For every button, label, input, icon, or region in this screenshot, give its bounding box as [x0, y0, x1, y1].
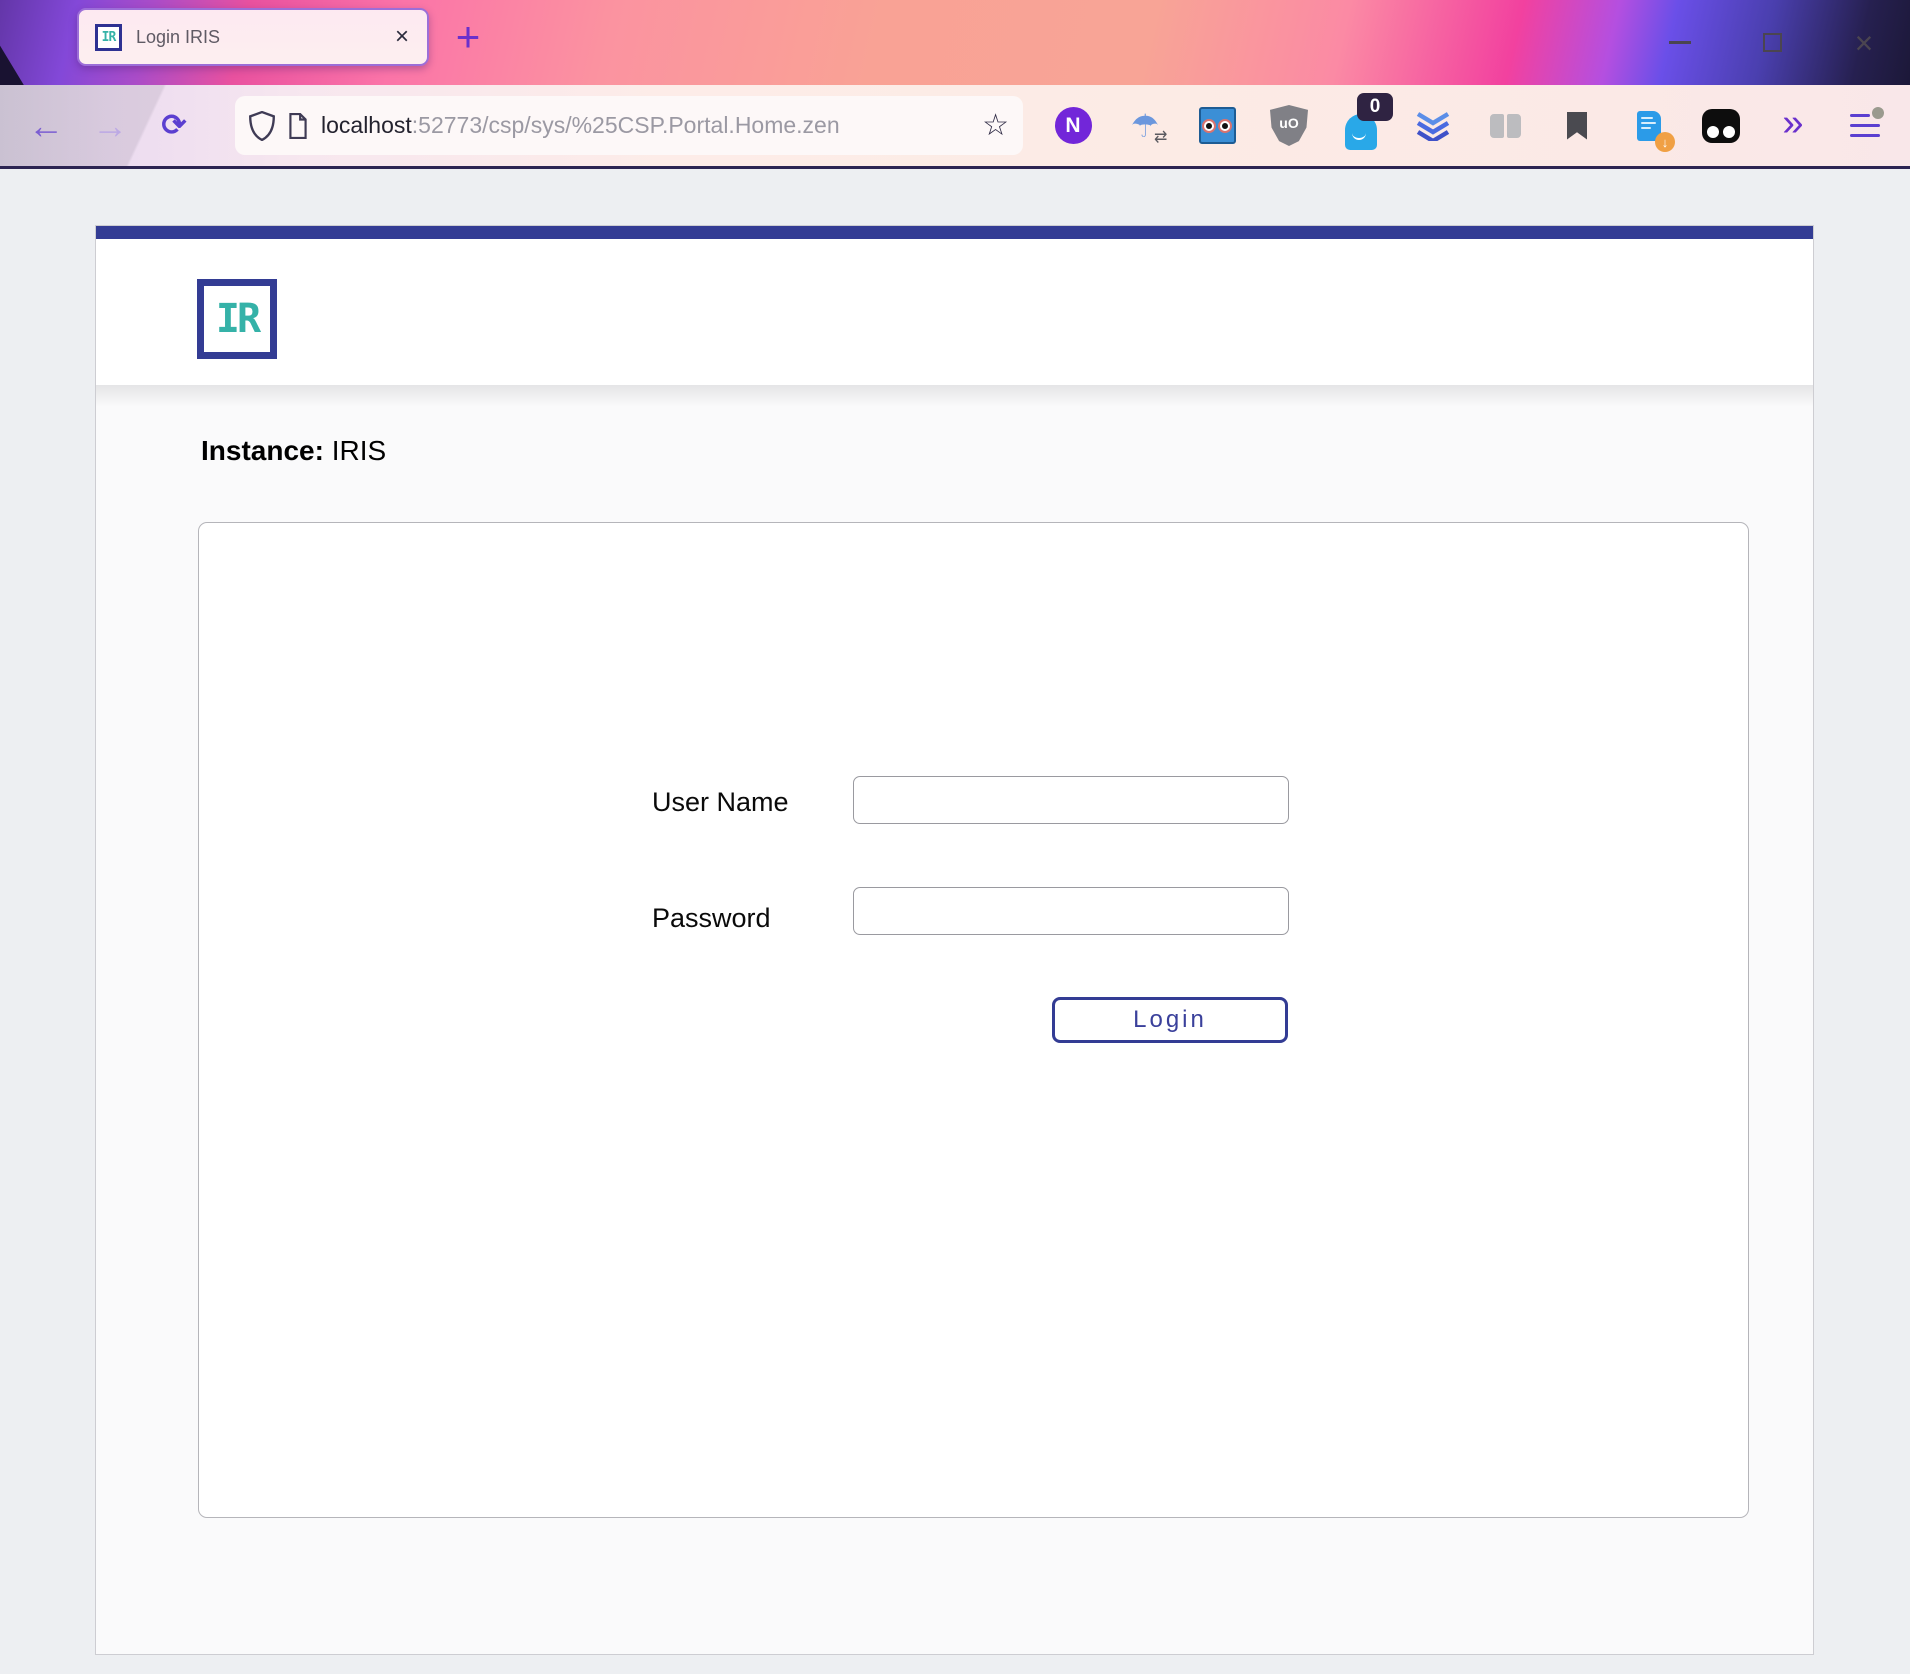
maximize-icon: [1763, 33, 1782, 52]
window-controls: ×: [1634, 0, 1910, 85]
browser-tab[interactable]: IR Login IRIS ×: [77, 8, 429, 66]
titlebar: IR Login IRIS × + ×: [0, 0, 1910, 85]
reload-icon: ⟳: [161, 108, 186, 143]
googly-eyes-icon: [1199, 107, 1236, 144]
login-button[interactable]: Login: [1052, 997, 1288, 1043]
download-badge-icon: ↓: [1655, 132, 1675, 152]
browser-window: IR Login IRIS × + × ← → ⟳ loca: [0, 0, 1910, 1674]
sync-arrows-icon: ⇄: [1154, 130, 1167, 146]
userscript-extension-button[interactable]: [1685, 85, 1757, 166]
tracking-shield-icon[interactable]: [249, 111, 275, 141]
new-tab-button[interactable]: +: [448, 13, 488, 61]
minimize-icon: [1669, 41, 1691, 44]
ghostery-extension-button[interactable]: 0: [1325, 85, 1397, 166]
bookmark-star-icon[interactable]: ☆: [982, 111, 1009, 141]
navigation-bar: ← → ⟳ localhost:52773/csp/sys/%25CSP.Por…: [0, 85, 1910, 169]
url-text[interactable]: localhost:52773/csp/sys/%25CSP.Portal.Ho…: [321, 112, 969, 139]
header-divider: [96, 385, 1813, 407]
open-book-icon: [1490, 114, 1521, 138]
ghostery-badge: 0: [1357, 93, 1393, 121]
username-input[interactable]: [853, 776, 1289, 824]
chevrons-extension-button[interactable]: [1397, 85, 1469, 166]
url-path: :52773/csp/sys/%25CSP.Portal.Home.zen: [412, 112, 840, 138]
bookmark-manager-button[interactable]: ☆: [1541, 85, 1613, 166]
login-page: IR Instance: IRIS User Name Password Log…: [95, 225, 1814, 1655]
bookmark-flag-icon: ☆: [1567, 112, 1587, 140]
password-input[interactable]: [853, 887, 1289, 935]
reload-button[interactable]: ⟳: [142, 96, 206, 156]
instance-label: Instance:: [201, 435, 324, 466]
double-chevron-icon: »: [1782, 104, 1803, 148]
save-page-extension-button[interactable]: ↓: [1613, 85, 1685, 166]
googly-eyes-extension-button[interactable]: [1181, 85, 1253, 166]
maximize-button[interactable]: [1726, 0, 1818, 85]
page-header: [96, 239, 1813, 385]
instance-line: Instance: IRIS: [201, 435, 1813, 467]
forward-button[interactable]: →: [78, 96, 142, 156]
tab-title: Login IRIS: [136, 27, 393, 48]
triple-chevron-icon: [1414, 111, 1452, 141]
page-viewport: IR Instance: IRIS User Name Password Log…: [0, 169, 1910, 1674]
close-icon: ×: [1855, 27, 1874, 59]
minimize-button[interactable]: [1634, 0, 1726, 85]
tab-favicon-icon: IR: [95, 24, 122, 51]
ublock-shield-icon: uO: [1270, 105, 1308, 146]
flag-star-icon: ☆: [1595, 127, 1611, 148]
iris-logo-text: IR: [216, 296, 258, 342]
username-label: User Name: [652, 787, 789, 818]
reader-view-button[interactable]: [1469, 85, 1541, 166]
password-label: Password: [652, 903, 771, 934]
back-button[interactable]: ←: [14, 96, 78, 156]
app-menu-button[interactable]: [1829, 85, 1901, 166]
proxy-extension-button[interactable]: ☂⇄: [1109, 85, 1181, 166]
top-accent-bar: [96, 226, 1813, 239]
instance-value: IRIS: [332, 435, 386, 466]
url-host: localhost: [321, 112, 412, 138]
extension-toolbar: N ☂⇄ uO 0: [1037, 85, 1901, 166]
umbrella-icon: ☂⇄: [1131, 110, 1160, 142]
password-manager-icon: N: [1055, 107, 1092, 144]
black-mask-icon: [1702, 109, 1740, 143]
url-bar[interactable]: localhost:52773/csp/sys/%25CSP.Portal.Ho…: [235, 96, 1023, 155]
hamburger-menu-icon: [1850, 114, 1880, 138]
login-form: User Name Password Login: [198, 522, 1749, 1518]
tab-close-icon[interactable]: ×: [393, 25, 411, 49]
menu-notification-dot: [1872, 107, 1884, 119]
close-button[interactable]: ×: [1818, 0, 1910, 85]
toolbar-overflow-button[interactable]: »: [1757, 85, 1829, 166]
theme-wedge-decoration: [0, 37, 70, 85]
iris-logo: IR: [197, 279, 277, 359]
ublock-extension-button[interactable]: uO: [1253, 85, 1325, 166]
password-manager-extension-button[interactable]: N: [1037, 85, 1109, 166]
page-info-icon[interactable]: [288, 113, 308, 139]
